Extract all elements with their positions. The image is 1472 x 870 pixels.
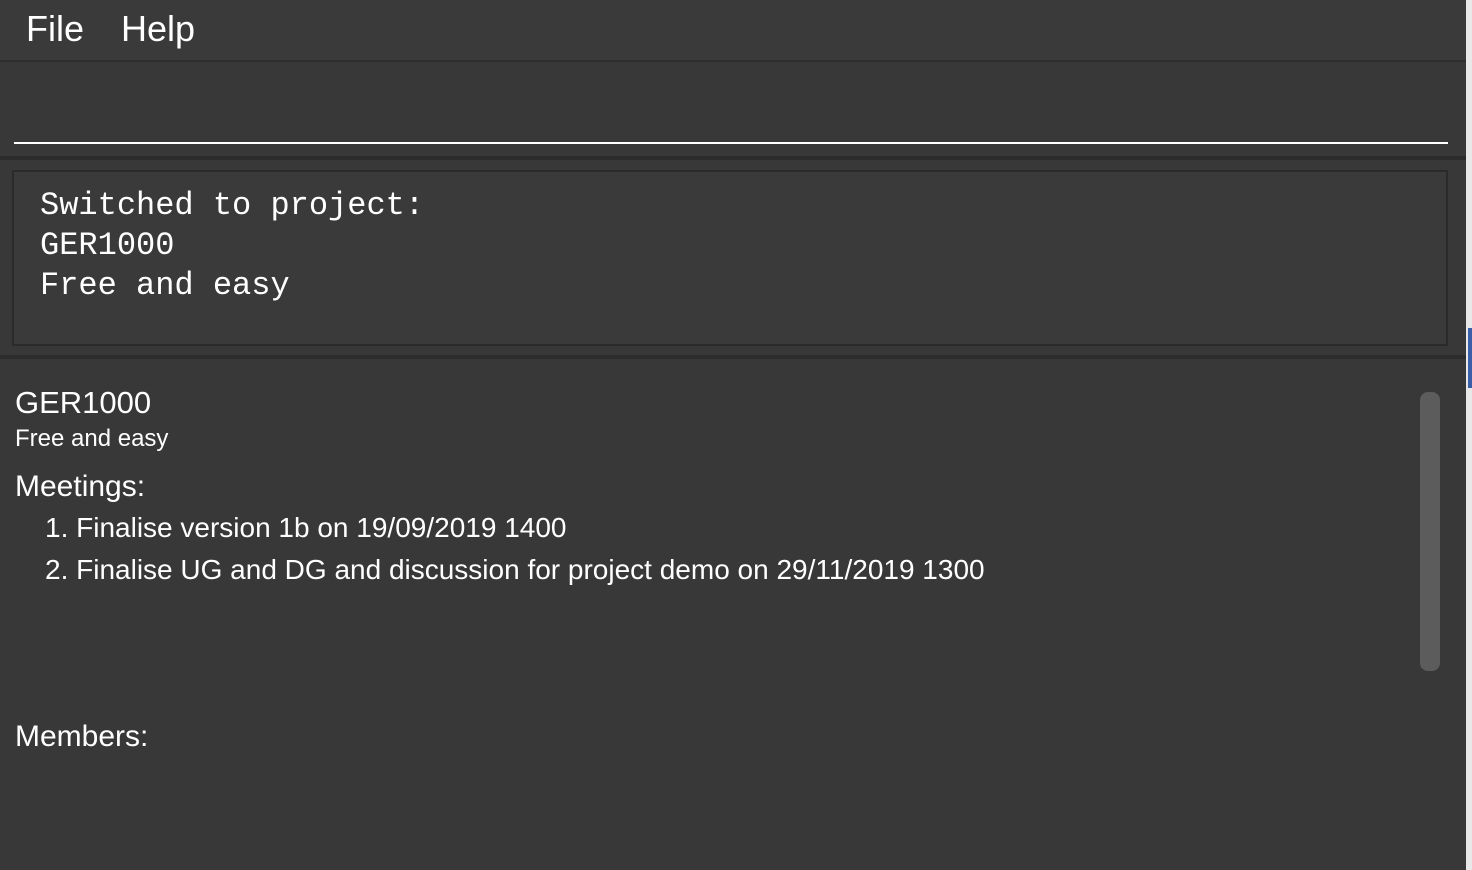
meeting-item: 2. Finalise UG and DG and discussion for… — [45, 554, 985, 585]
command-input[interactable] — [14, 78, 1448, 144]
command-box — [0, 64, 1472, 156]
project-panel: GER1000 Free and easy Meetings: 1. Final… — [0, 359, 1466, 870]
project-name: GER1000 — [15, 385, 152, 420]
window-edge — [1466, 0, 1472, 870]
menu-file[interactable]: File — [26, 8, 84, 50]
result-display: Switched to project: GER1000 Free and ea… — [12, 170, 1448, 346]
meeting-item: 1. Finalise version 1b on 19/09/2019 140… — [45, 512, 567, 543]
meetings-label: Meetings: — [15, 470, 146, 503]
divider — [0, 156, 1466, 160]
project-description: Free and easy — [15, 425, 169, 452]
menu-bar: File Help — [0, 0, 1472, 62]
window-edge-accent — [1468, 328, 1472, 388]
scrollbar-thumb[interactable] — [1420, 392, 1440, 671]
members-label: Members: — [15, 720, 149, 753]
menu-help[interactable]: Help — [121, 8, 195, 50]
result-text: Switched to project: GER1000 Free and ea… — [40, 187, 425, 304]
